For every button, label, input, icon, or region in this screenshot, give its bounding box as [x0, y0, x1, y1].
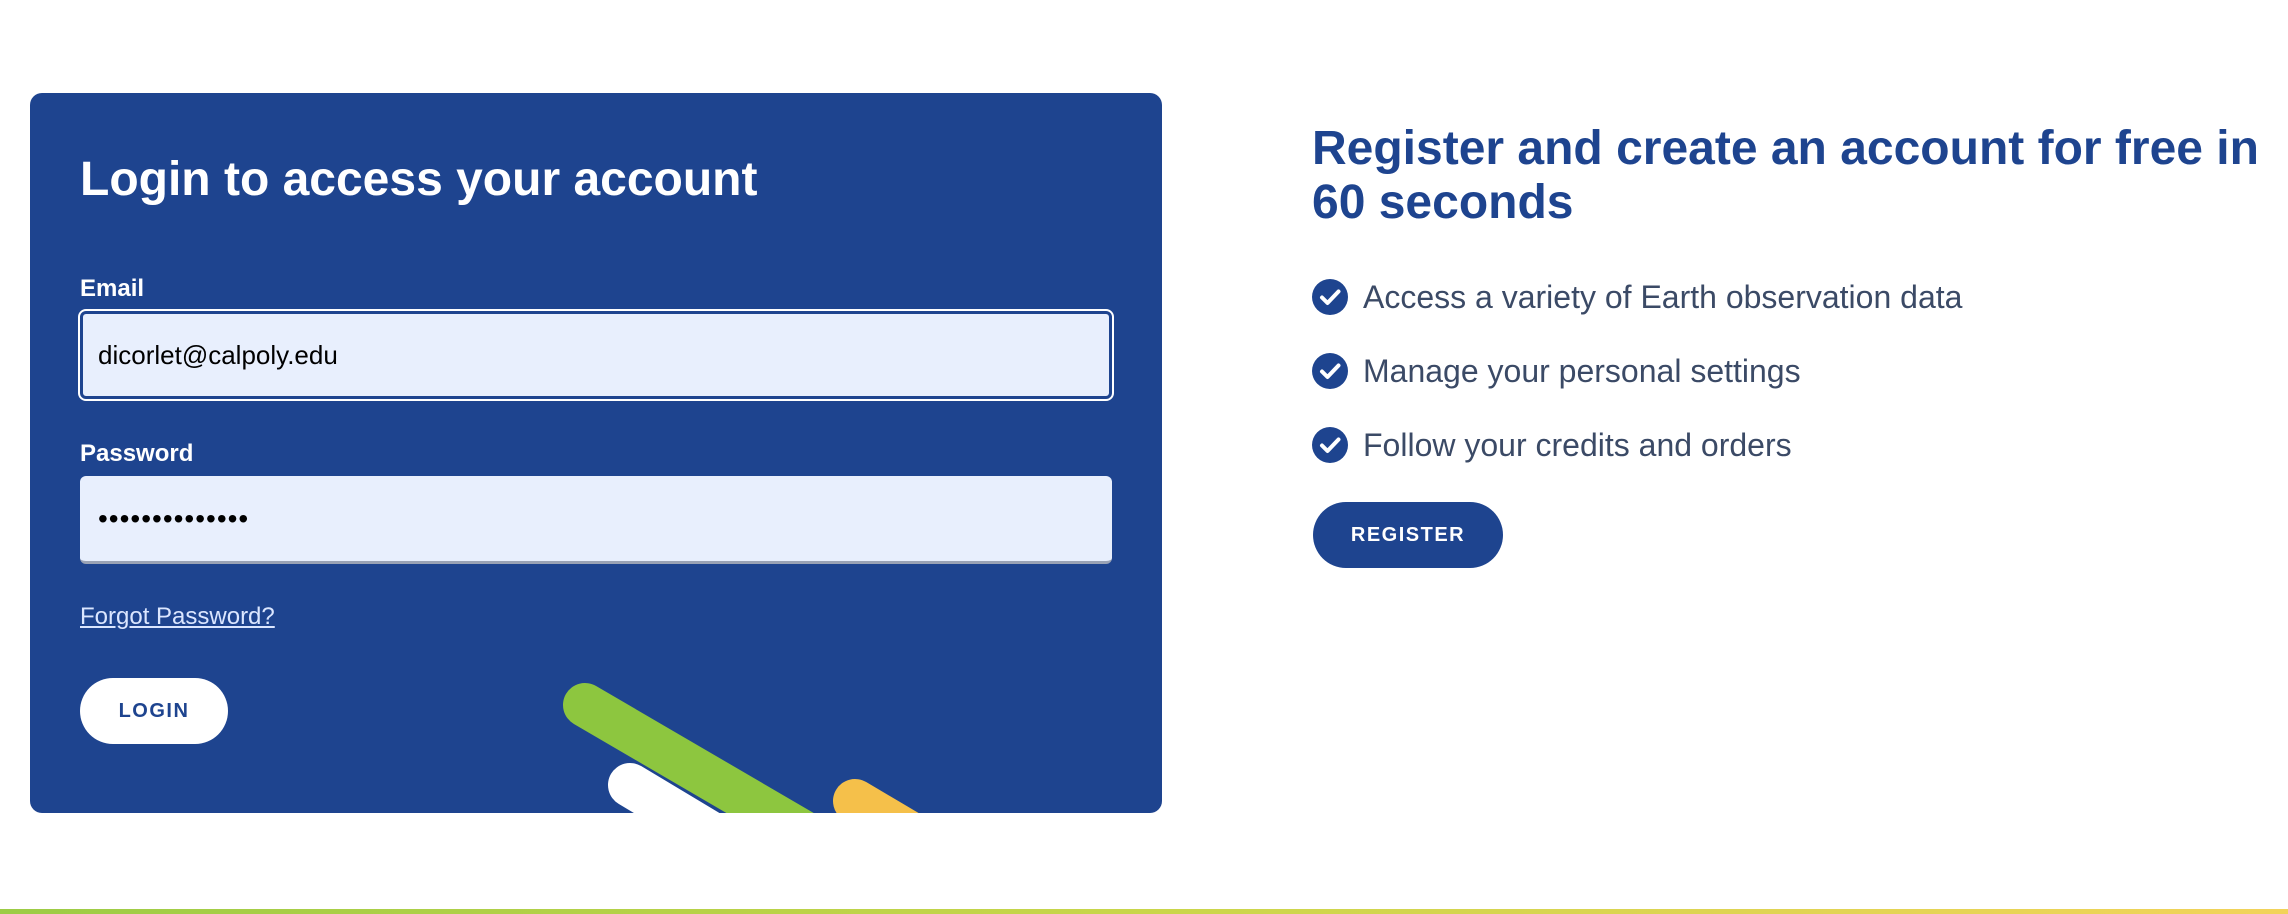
benefit-text: Access a variety of Earth observation da…	[1363, 278, 1963, 315]
login-title: Login to access your account	[80, 153, 758, 206]
login-button[interactable]: LOGIN	[80, 678, 228, 744]
benefit-item: Manage your personal settings	[1312, 352, 1962, 390]
check-circle-icon	[1312, 353, 1348, 389]
forgot-password-link[interactable]: Forgot Password?	[80, 603, 275, 631]
footer-divider	[0, 909, 2288, 914]
check-circle-icon	[1312, 427, 1348, 463]
login-page: Login to access your account Email dicor…	[0, 0, 2288, 914]
benefit-item: Access a variety of Earth observation da…	[1312, 278, 1962, 316]
check-circle-icon	[1312, 279, 1348, 315]
register-title: Register and create an account for free …	[1312, 122, 2259, 229]
email-input[interactable]: dicorlet@calpoly.edu	[80, 311, 1112, 399]
register-button[interactable]: REGISTER	[1313, 502, 1503, 568]
benefit-text: Follow your credits and orders	[1363, 426, 1792, 463]
benefit-item: Follow your credits and orders	[1312, 426, 1962, 464]
login-card: Login to access your account Email dicor…	[30, 93, 1162, 813]
benefits-list: Access a variety of Earth observation da…	[1312, 278, 1962, 500]
password-label: Password	[80, 440, 194, 467]
benefit-text: Manage your personal settings	[1363, 352, 1801, 389]
password-input[interactable]: ••••••••••••••	[80, 476, 1112, 564]
email-label: Email	[80, 275, 145, 302]
